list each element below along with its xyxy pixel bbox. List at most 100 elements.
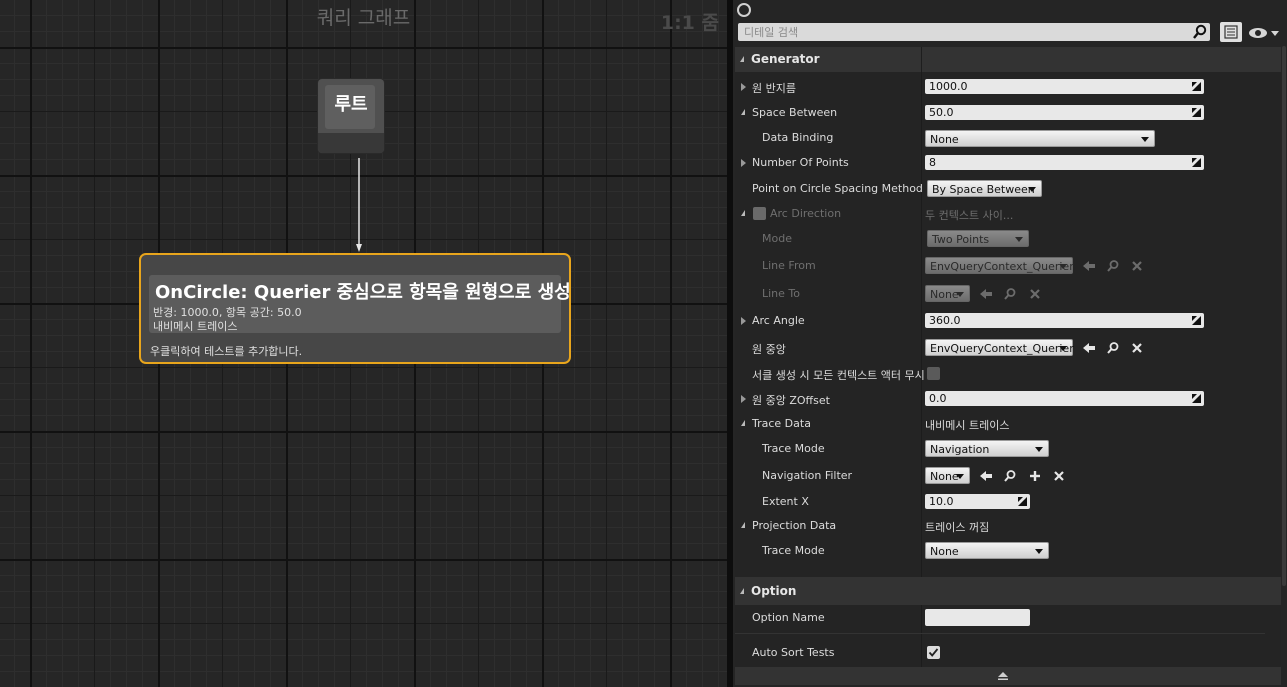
browse-search-icon[interactable] bbox=[1003, 469, 1017, 483]
data-binding-combo[interactable]: None bbox=[925, 130, 1155, 147]
radius-field[interactable]: 1000.0 bbox=[925, 79, 1204, 94]
generator-node[interactable]: OnCircle: Querier 중심으로 항목을 원형으로 생성 반경: 1… bbox=[139, 253, 571, 364]
collapse-arrow-icon[interactable] bbox=[741, 522, 745, 528]
arc-direction-value: 두 컨텍스트 사이... bbox=[925, 209, 1014, 222]
expand-arrow-icon[interactable] bbox=[741, 317, 746, 325]
circle-center-value: EnvQueryContext_Querier bbox=[930, 342, 1074, 355]
prop-label-projection-trace-mode: Trace Mode bbox=[762, 544, 825, 557]
center-zoffset-value: 0.0 bbox=[929, 392, 947, 405]
chevron-down-icon bbox=[956, 474, 964, 479]
line-to-combo[interactable]: None bbox=[925, 285, 970, 302]
column-separator bbox=[921, 47, 922, 72]
section-generator[interactable]: Generator bbox=[735, 47, 1281, 72]
use-selected-arrow-icon[interactable] bbox=[979, 287, 993, 301]
center-zoffset-field[interactable]: 0.0 bbox=[925, 391, 1204, 406]
prop-label-space-between: Space Between bbox=[752, 106, 838, 119]
use-selected-arrow-icon[interactable] bbox=[1082, 259, 1096, 273]
collapse-arrow-icon[interactable] bbox=[741, 420, 745, 426]
details-panel: Generator 원 반지름 1000.0 Space Between 50.… bbox=[733, 0, 1287, 687]
root-node-output-pin[interactable] bbox=[318, 133, 384, 153]
clear-icon[interactable] bbox=[1130, 259, 1144, 273]
extent-x-value: 10.0 bbox=[929, 495, 954, 508]
details-search-input[interactable] bbox=[738, 23, 1210, 41]
prop-label-radius: 원 반지름 bbox=[752, 82, 796, 95]
clear-icon[interactable] bbox=[1130, 341, 1144, 355]
collapse-arrow-icon[interactable] bbox=[741, 210, 745, 216]
prop-label-line-from: Line From bbox=[762, 259, 816, 272]
expand-arrow-icon[interactable] bbox=[741, 159, 746, 167]
expand-arrow-icon[interactable] bbox=[741, 395, 746, 403]
navigation-filter-combo[interactable]: None bbox=[925, 467, 970, 484]
use-selected-arrow-icon[interactable] bbox=[1082, 341, 1096, 355]
use-selected-arrow-icon[interactable] bbox=[979, 469, 993, 483]
prop-label-mode: Mode bbox=[762, 232, 792, 245]
resize-grip-icon bbox=[1192, 316, 1201, 325]
trace-mode-value: Navigation bbox=[930, 443, 990, 456]
advanced-expand-bar[interactable] bbox=[735, 667, 1281, 685]
search-icon[interactable] bbox=[1192, 24, 1208, 40]
clear-icon[interactable] bbox=[1028, 287, 1042, 301]
prop-label-arc-direction: Arc Direction bbox=[770, 207, 842, 220]
line-to-value: None bbox=[930, 288, 959, 301]
projection-trace-mode-value: None bbox=[930, 545, 959, 558]
auto-sort-tests-checkbox[interactable] bbox=[927, 646, 940, 659]
arc-direction-checkbox[interactable] bbox=[753, 207, 766, 220]
resize-grip-icon bbox=[1192, 82, 1201, 91]
collapse-arrow-icon bbox=[740, 56, 744, 62]
number-of-points-value: 8 bbox=[929, 156, 936, 169]
clear-icon[interactable] bbox=[1052, 469, 1066, 483]
generator-node-hint: 우클릭하여 테스트를 추가합니다. bbox=[150, 345, 303, 358]
lock-icon[interactable] bbox=[737, 3, 751, 17]
trace-data-value: 내비메시 트레이스 bbox=[925, 419, 1010, 432]
mode-value: Two Points bbox=[932, 233, 990, 246]
prop-label-spacing-method: Point on Circle Spacing Method bbox=[752, 182, 923, 195]
section-option[interactable]: Option bbox=[735, 577, 1281, 605]
resize-grip-icon bbox=[1192, 108, 1201, 117]
chevron-down-icon bbox=[1035, 549, 1043, 554]
generator-node-trace: 내비메시 트레이스 bbox=[153, 320, 238, 333]
space-between-field[interactable]: 50.0 bbox=[925, 105, 1204, 120]
number-of-points-field[interactable]: 8 bbox=[925, 155, 1204, 170]
graph-title: 쿼리 그래프 bbox=[316, 7, 411, 29]
projection-trace-mode-combo[interactable]: None bbox=[925, 542, 1049, 559]
resize-grip-icon bbox=[1018, 497, 1027, 506]
prop-label-arc-angle: Arc Angle bbox=[752, 314, 805, 327]
space-between-value: 50.0 bbox=[929, 106, 954, 119]
mode-combo[interactable]: Two Points bbox=[927, 230, 1029, 247]
view-options-button[interactable] bbox=[1220, 22, 1242, 42]
chevron-down-icon bbox=[1059, 264, 1067, 269]
trace-mode-combo[interactable]: Navigation bbox=[925, 440, 1049, 457]
spacing-method-combo[interactable]: By Space Between bbox=[927, 180, 1042, 197]
prop-label-number-of-points: Number Of Points bbox=[752, 156, 849, 169]
prop-label-circle-center: 원 중앙 bbox=[752, 343, 786, 356]
prop-label-trace-data: Trace Data bbox=[752, 417, 811, 430]
prop-label-ignore-actors: 서클 생성 시 모든 컨텍스트 액터 무시 bbox=[752, 369, 925, 382]
collapse-arrow-icon[interactable] bbox=[741, 109, 745, 115]
eye-icon[interactable] bbox=[1247, 25, 1283, 41]
expand-arrow-icon[interactable] bbox=[741, 83, 746, 91]
root-node-label: 루트 bbox=[334, 94, 368, 115]
browse-search-icon[interactable] bbox=[1106, 259, 1120, 273]
column-separator bbox=[921, 72, 922, 577]
browse-search-icon[interactable] bbox=[1106, 341, 1120, 355]
expand-up-icon bbox=[998, 672, 1008, 680]
arc-angle-value: 360.0 bbox=[929, 314, 961, 327]
line-from-combo[interactable]: EnvQueryContext_Querier bbox=[925, 257, 1074, 274]
circle-center-combo[interactable]: EnvQueryContext_Querier bbox=[925, 339, 1074, 356]
arc-angle-field[interactable]: 360.0 bbox=[925, 313, 1204, 328]
generator-node-title: OnCircle: Querier 중심으로 항목을 원형으로 생성 bbox=[155, 282, 571, 303]
chevron-down-icon bbox=[956, 292, 964, 297]
details-scrollbar[interactable] bbox=[1282, 46, 1286, 586]
chevron-down-icon bbox=[1015, 237, 1023, 242]
ignore-actors-checkbox[interactable] bbox=[927, 367, 940, 380]
prop-label-extent-x: Extent X bbox=[762, 495, 809, 508]
navigation-filter-value: None bbox=[930, 470, 959, 483]
query-graph-canvas[interactable]: 쿼리 그래프 1:1 줌 루트 OnCircle: Querier 중심으로 항… bbox=[0, 0, 727, 687]
extent-x-field[interactable]: 10.0 bbox=[925, 494, 1030, 509]
add-icon[interactable] bbox=[1028, 469, 1042, 483]
browse-search-icon[interactable] bbox=[1003, 287, 1017, 301]
prop-label-data-binding: Data Binding bbox=[762, 131, 834, 144]
option-name-input[interactable] bbox=[925, 609, 1030, 626]
root-node[interactable]: 루트 bbox=[318, 79, 384, 153]
list-icon bbox=[1224, 25, 1238, 39]
